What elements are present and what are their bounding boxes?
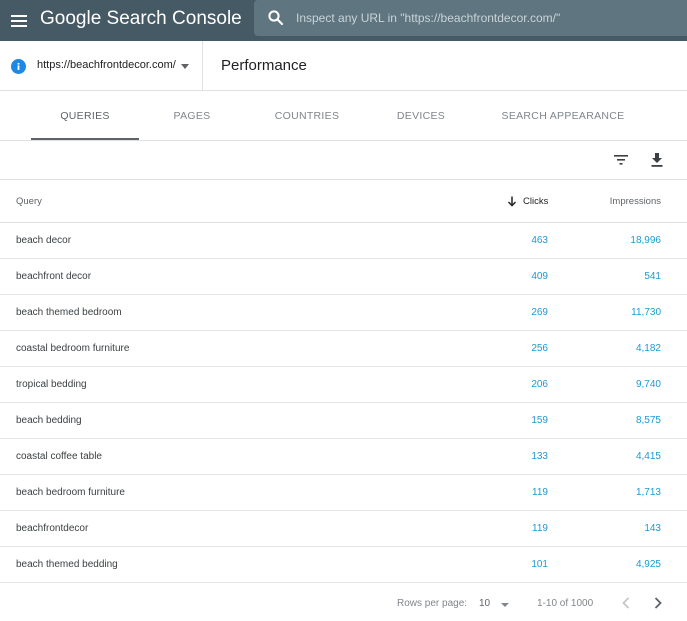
rows-per-page-value: 10 [479, 598, 491, 609]
clicks-cell: 206 [531, 379, 548, 390]
property-url: https://beachfrontdecor.com/ [37, 59, 176, 71]
query-cell: beach bedroom furniture [16, 487, 125, 498]
column-header-clicks-label: Clicks [523, 196, 549, 207]
app-title: Google Search Console [40, 8, 242, 29]
table-row[interactable]: beachfront decor 409 541 [0, 259, 687, 295]
clicks-cell: 119 [532, 523, 548, 534]
tab-pages[interactable]: PAGES [150, 91, 234, 141]
active-tab-indicator [31, 138, 139, 140]
table-row[interactable]: coastal bedroom furniture 256 4,182 [0, 331, 687, 367]
column-header-impressions[interactable]: Impressions [610, 196, 661, 207]
url-inspection-input[interactable] [296, 9, 676, 27]
impressions-cell: 18,996 [630, 235, 661, 246]
download-icon[interactable] [647, 150, 667, 170]
impressions-cell: 8,575 [635, 415, 661, 426]
pagination-footer: Rows per page: 10 1-10 of 1000 [0, 583, 687, 621]
table-row[interactable]: tropical bedding 206 9,740 [0, 367, 687, 403]
filter-icon[interactable] [611, 150, 631, 170]
impressions-cell: 4,925 [635, 559, 661, 570]
sub-header: https://beachfrontdecor.com/ Performance [0, 41, 687, 91]
dropdown-caret-icon [181, 64, 189, 69]
tab-queries[interactable]: QUERIES [31, 91, 139, 141]
pagination-range: 1-10 of 1000 [537, 598, 594, 609]
table-row[interactable]: beach bedroom furniture 119 1,713 [0, 475, 687, 511]
clicks-cell: 133 [531, 451, 548, 462]
clicks-cell: 159 [531, 415, 548, 426]
clicks-cell: 256 [531, 343, 548, 354]
query-cell: coastal coffee table [16, 451, 102, 462]
clicks-cell: 269 [531, 307, 548, 318]
property-selector[interactable]: https://beachfrontdecor.com/ [0, 41, 203, 91]
page-title: Performance [221, 57, 307, 74]
performance-table-card: QUERIES PAGES COUNTRIES DEVICES SEARCH A… [0, 91, 687, 621]
impressions-cell: 143 [644, 523, 661, 534]
clicks-cell: 101 [531, 559, 548, 570]
tab-search-appearance[interactable]: SEARCH APPEARANCE [495, 91, 631, 141]
impressions-cell: 1,713 [635, 487, 661, 498]
table-row[interactable]: beachfrontdecor 119 143 [0, 511, 687, 547]
table-row[interactable]: coastal coffee table 133 4,415 [0, 439, 687, 475]
table-row[interactable]: beach decor 463 18,996 [0, 223, 687, 259]
query-cell: coastal bedroom furniture [16, 343, 130, 354]
tab-devices[interactable]: DEVICES [380, 91, 462, 141]
site-info-icon [11, 59, 26, 74]
table-header: Query Clicks Impressions [0, 180, 687, 223]
impressions-cell: 9,740 [635, 379, 661, 390]
query-cell: beachfront decor [16, 271, 92, 282]
query-cell: beach themed bedding [16, 559, 118, 570]
impressions-cell: 11,730 [631, 307, 661, 318]
dimension-tabs: QUERIES PAGES COUNTRIES DEVICES SEARCH A… [0, 91, 687, 141]
query-cell: tropical bedding [16, 379, 87, 390]
impressions-cell: 4,415 [635, 451, 661, 462]
impressions-cell: 541 [644, 271, 661, 282]
arrow-down-icon [507, 196, 517, 207]
tab-countries[interactable]: COUNTRIES [262, 91, 352, 141]
query-cell: beach bedding [16, 415, 82, 426]
previous-page-icon[interactable] [617, 593, 635, 613]
hamburger-menu-icon[interactable] [9, 11, 29, 31]
clicks-cell: 119 [532, 487, 548, 498]
query-cell: beach themed bedroom [16, 307, 122, 318]
clicks-cell: 409 [531, 271, 548, 282]
url-inspection-search[interactable] [254, 0, 687, 36]
table-row[interactable]: beach bedding 159 8,575 [0, 403, 687, 439]
table-row[interactable]: beach themed bedroom 269 11,730 [0, 295, 687, 331]
search-icon [267, 9, 285, 27]
table-toolbar [0, 141, 687, 180]
next-page-icon[interactable] [649, 593, 667, 613]
table-row[interactable]: beach themed bedding 101 4,925 [0, 547, 687, 583]
rows-per-page-label: Rows per page: [397, 598, 468, 609]
column-header-query[interactable]: Query [16, 196, 42, 207]
rows-per-page-select[interactable]: 10 [477, 594, 513, 612]
table-body: beach decor 463 18,996 beachfront decor … [0, 223, 687, 583]
impressions-cell: 4,182 [635, 343, 661, 354]
column-header-clicks[interactable]: Clicks [507, 196, 548, 207]
query-cell: beachfrontdecor [16, 523, 89, 534]
chevron-down-icon [501, 603, 509, 607]
query-cell: beach decor [16, 235, 72, 246]
clicks-cell: 463 [531, 235, 548, 246]
app-bar: Google Search Console [0, 0, 687, 41]
